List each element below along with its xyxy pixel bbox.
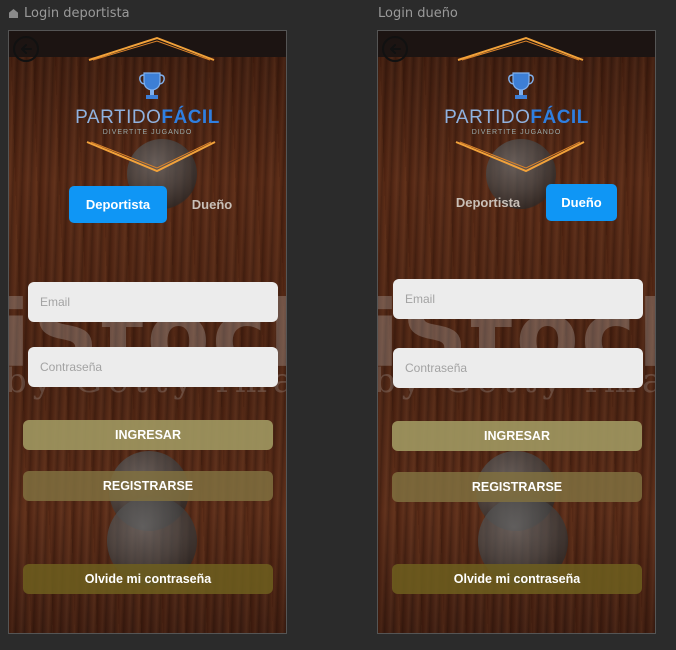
- trophy-icon: [508, 72, 534, 99]
- toggle-dueno[interactable]: Dueño: [179, 186, 245, 223]
- password-field[interactable]: [28, 347, 278, 387]
- brand-name: PARTIDOFÁCIL: [378, 107, 655, 129]
- ingresar-button[interactable]: INGRESAR: [392, 421, 642, 451]
- email-field[interactable]: [28, 282, 278, 322]
- brand-tagline: DIVERTITE JUGANDO: [102, 129, 193, 136]
- toggle-dueno[interactable]: Dueño: [546, 184, 617, 221]
- logo: PARTIDOFÁCIL DIVERTITE JUGANDO: [378, 31, 655, 181]
- brand-part2: FÁCIL: [530, 107, 589, 128]
- toggle-deportista[interactable]: Deportista: [69, 186, 167, 223]
- login-deportista-screen: iStock by Getty Images PARTIDOFÁCIL DIVE…: [8, 30, 287, 634]
- logo-chevrons: [86, 36, 216, 173]
- frame-label-deportista: Login deportista: [9, 6, 130, 21]
- brand-part1: PARTIDO: [444, 107, 531, 128]
- frame-label-dueno: Login dueño: [378, 6, 458, 21]
- toggle-deportista[interactable]: Deportista: [444, 184, 532, 221]
- brand-part2: FÁCIL: [161, 107, 220, 128]
- forgot-password-button[interactable]: Olvide mi contraseña: [392, 564, 642, 594]
- ingresar-button[interactable]: INGRESAR: [23, 420, 273, 450]
- registrarse-button[interactable]: REGISTRARSE: [392, 472, 642, 502]
- brand-name: PARTIDOFÁCIL: [9, 107, 286, 129]
- frame-title: Login deportista: [24, 6, 130, 21]
- login-dueno-screen: iStock by Getty Images PARTIDOFÁCIL DIVE…: [377, 30, 656, 634]
- trophy-icon: [139, 72, 165, 99]
- logo-chevrons: [455, 36, 585, 173]
- password-field[interactable]: [393, 348, 643, 388]
- brand-tagline: DIVERTITE JUGANDO: [471, 129, 562, 136]
- forgot-password-button[interactable]: Olvide mi contraseña: [23, 564, 273, 594]
- email-field[interactable]: [393, 279, 643, 319]
- registrarse-button[interactable]: REGISTRARSE: [23, 471, 273, 501]
- frame-title: Login dueño: [378, 6, 458, 21]
- logo: PARTIDOFÁCIL DIVERTITE JUGANDO: [9, 31, 286, 181]
- brand-part1: PARTIDO: [75, 107, 162, 128]
- home-icon: [9, 9, 18, 18]
